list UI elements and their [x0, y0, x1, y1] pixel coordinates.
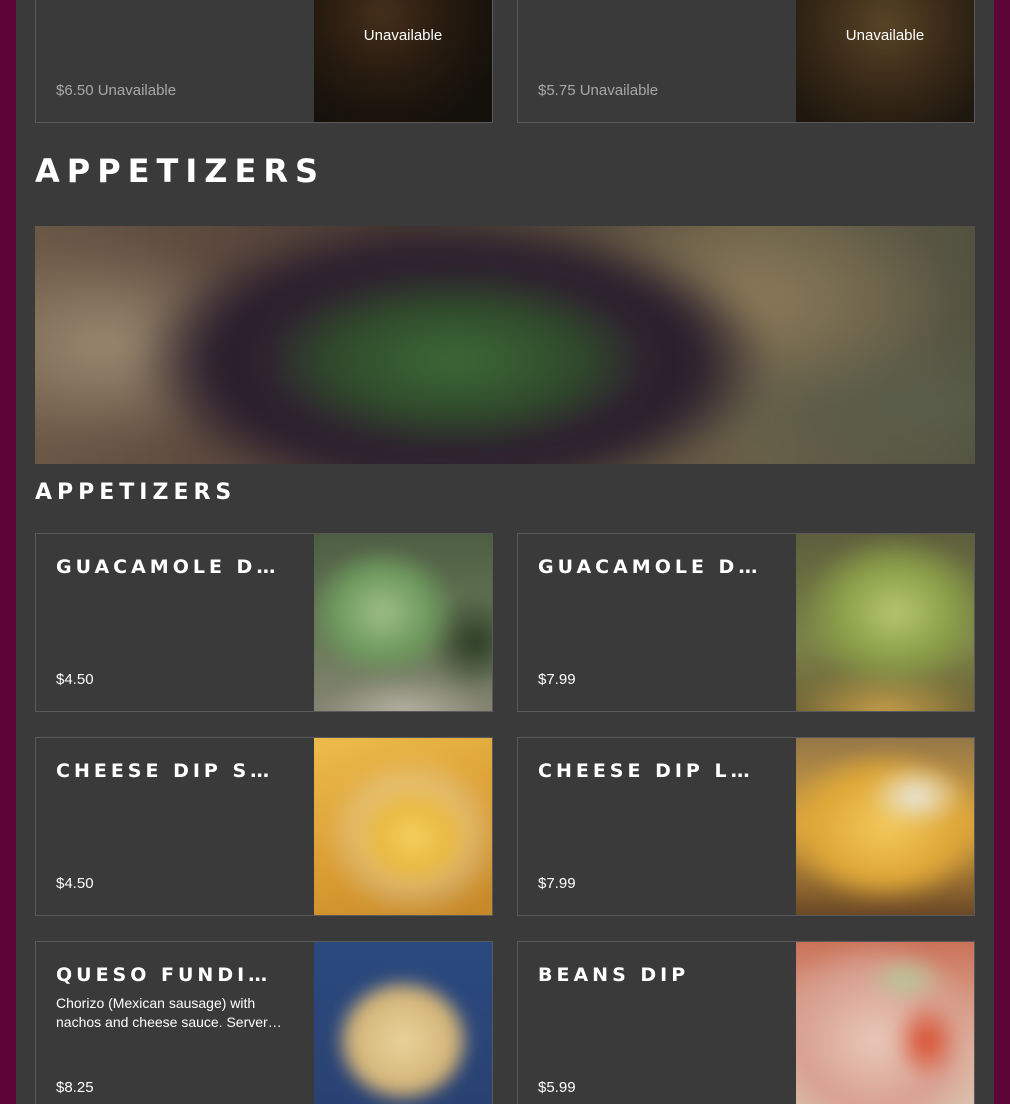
item-photo: Unavailable — [314, 0, 492, 122]
item-price: $5.99 — [538, 1079, 576, 1096]
menu-item-card[interactable]: GUACAMOLE DIP SMALL $4.50 — [35, 533, 493, 712]
menu-item-card[interactable]: CHEESE DIP SMALL $4.50 — [35, 737, 493, 916]
section-title: APPETIZERS — [35, 152, 326, 190]
item-name: GUACAMOLE DIP LARGE — [538, 556, 763, 578]
item-price: $6.50 Unavailable — [56, 82, 177, 99]
item-price: $7.99 — [538, 671, 576, 688]
menu-item-card[interactable]: Unavailable $5.75 Unavailable — [517, 0, 975, 123]
menu-item-card[interactable]: GUACAMOLE DIP LARGE $7.99 — [517, 533, 975, 712]
menu-panel: Unavailable $6.50 Unavailable Unavailabl… — [16, 0, 994, 1104]
item-name: GUACAMOLE DIP SMALL — [56, 556, 281, 578]
item-name: CHEESE DIP SMALL — [56, 760, 281, 782]
item-price: $7.99 — [538, 875, 576, 892]
item-price: $4.50 — [56, 671, 94, 688]
item-price: $5.75 Unavailable — [538, 82, 659, 99]
menu-item-card[interactable]: BEANS DIP $5.99 — [517, 941, 975, 1104]
item-name: BEANS DIP — [538, 964, 690, 986]
item-photo — [314, 942, 492, 1104]
menu-item-card[interactable]: Unavailable $6.50 Unavailable — [35, 0, 493, 123]
item-photo — [796, 534, 974, 711]
menu-item-card[interactable]: QUESO FUNDIDO Chorizo (Mexican sausage) … — [35, 941, 493, 1104]
section-banner-image — [35, 226, 975, 464]
unavailable-overlay-label: Unavailable — [363, 27, 443, 44]
unavailable-overlay-label: Unavailable — [845, 27, 925, 44]
section-subtitle: APPETIZERS — [35, 480, 237, 505]
item-photo: Unavailable — [796, 0, 974, 122]
item-price: $8.25 — [56, 1079, 94, 1096]
item-price: $4.50 — [56, 875, 94, 892]
menu-item-card[interactable]: CHEESE DIP LARGE $7.99 — [517, 737, 975, 916]
item-photo — [314, 738, 492, 915]
item-status: Unavailable — [97, 82, 177, 99]
item-name: QUESO FUNDIDO — [56, 964, 281, 986]
item-photo — [796, 738, 974, 915]
item-status: Unavailable — [579, 82, 659, 99]
item-description: Chorizo (Mexican sausage) with nachos an… — [56, 995, 282, 1030]
item-photo — [314, 534, 492, 711]
item-name: CHEESE DIP LARGE — [538, 760, 763, 782]
item-photo — [796, 942, 974, 1104]
